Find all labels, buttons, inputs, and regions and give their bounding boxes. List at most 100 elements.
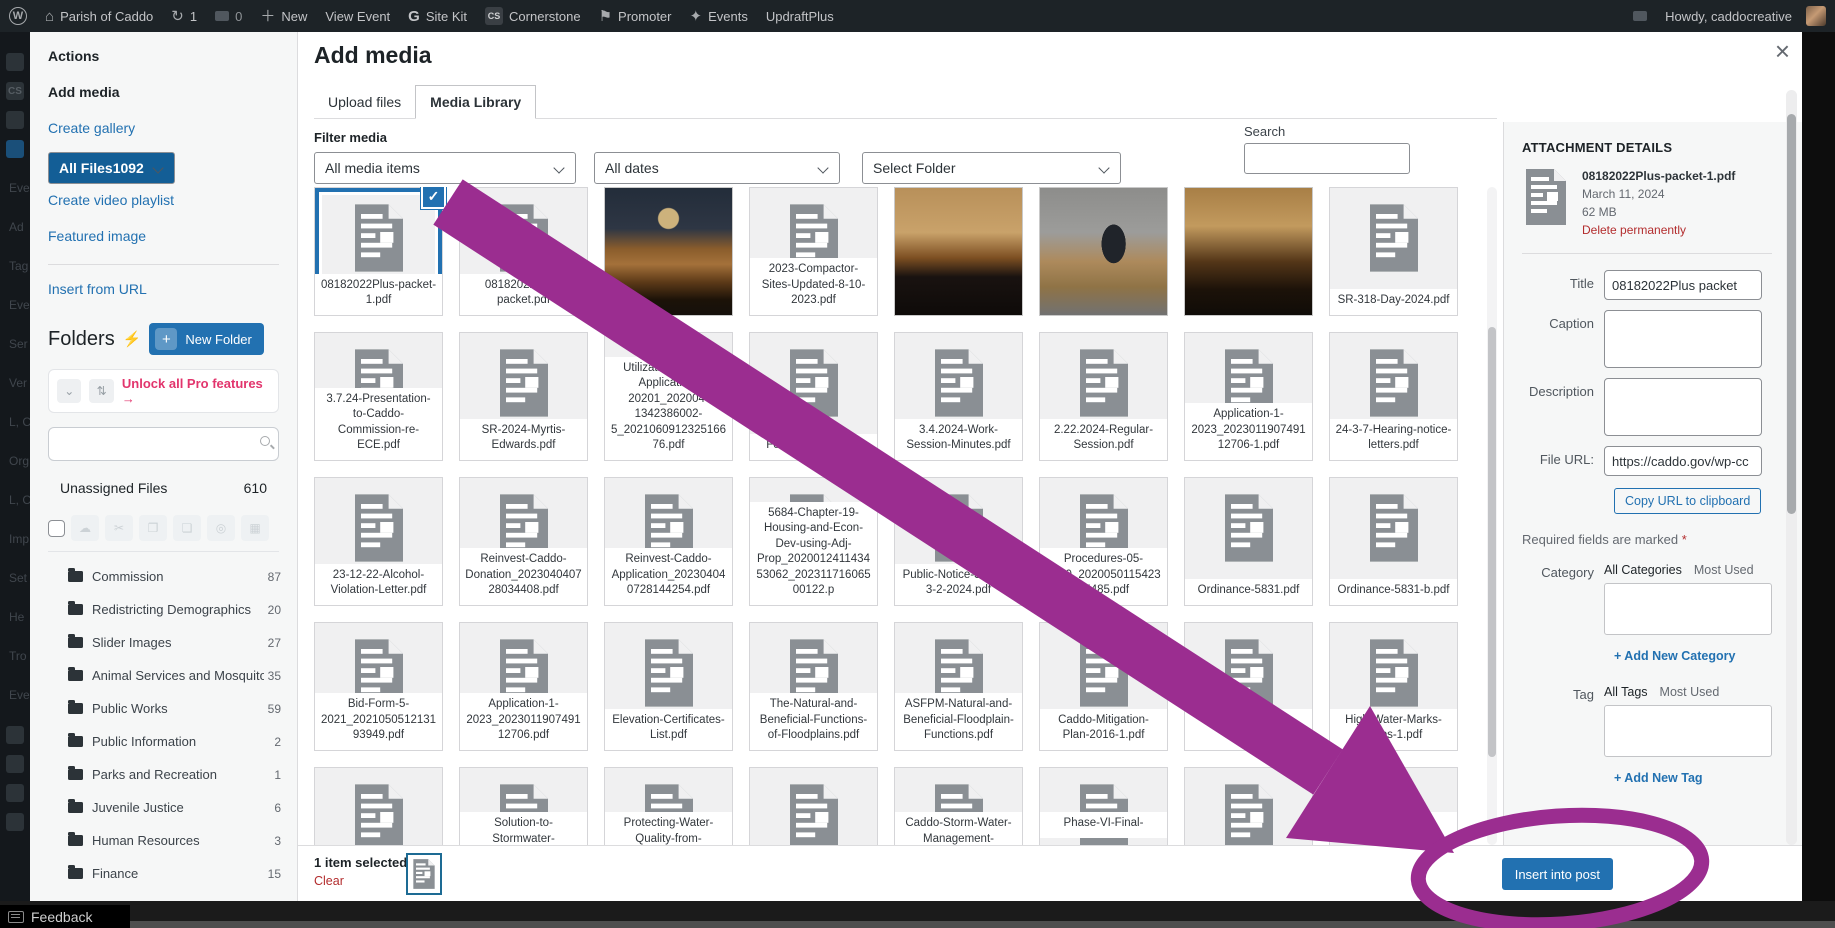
sort-icon[interactable]: ⇅: [89, 379, 113, 403]
media-item-document[interactable]: 23-12-22-Alcohol-Violation-Letter.pdf: [314, 477, 443, 606]
media-item-document[interactable]: Fee-Schedule-.pdf: [749, 332, 878, 461]
media-item-document[interactable]: [1184, 767, 1313, 845]
folder-item[interactable]: Public Information2: [48, 725, 287, 758]
new-content-link[interactable]: ＋ New: [251, 0, 316, 32]
folder-item[interactable]: Redistricting Demographics20: [48, 593, 287, 626]
media-item-document[interactable]: 5684-Chapter-19-Housing-and-Econ-Dev-usi…: [749, 477, 878, 606]
media-item-photo[interactable]: [1184, 187, 1313, 316]
media-item-document[interactable]: Phase-VI-Final-: [1039, 767, 1168, 845]
folder-unassigned-files[interactable]: Unassigned Files 610: [48, 471, 279, 505]
admin-menu-item[interactable]: Set: [0, 559, 30, 598]
folder-item[interactable]: Slider Images27: [48, 626, 287, 659]
search-input[interactable]: [1244, 143, 1410, 174]
admin-menu-item[interactable]: Imp: [0, 520, 30, 559]
tab-most-used-tags[interactable]: Most Used: [1660, 685, 1720, 699]
admin-menu-icon[interactable]: [6, 53, 24, 71]
admin-menu-icon[interactable]: CS: [6, 82, 24, 100]
media-item-document[interactable]: Utilization-Permit-Application-20201_202…: [604, 332, 733, 461]
chevron-down-icon[interactable]: ⌄: [57, 379, 81, 403]
media-item-photo[interactable]: [1039, 187, 1168, 316]
admin-menu-icon[interactable]: [6, 726, 24, 744]
media-item-document[interactable]: [314, 767, 443, 845]
unlock-pro-link[interactable]: Unlock all Pro features →: [122, 376, 270, 406]
admin-menu-item[interactable]: Tag: [0, 247, 30, 286]
caption-field[interactable]: [1604, 310, 1762, 368]
media-item-document[interactable]: Ordinance-5831.pdf: [1184, 477, 1313, 606]
admin-menu-item[interactable]: Eve: [0, 169, 30, 208]
site-name-link[interactable]: ⌂ Parish of Caddo: [36, 0, 162, 32]
media-item-document[interactable]: SR-2024-Myrtis-Edwards.pdf: [459, 332, 588, 461]
tab-media-library[interactable]: Media Library: [415, 85, 536, 119]
media-item-document[interactable]: SR-318-Day-2024.pdf: [1329, 187, 1458, 316]
media-item-photo[interactable]: [604, 187, 733, 316]
folder-search-input[interactable]: [48, 427, 279, 461]
tab-most-used-categories[interactable]: Most Used: [1694, 563, 1754, 577]
media-item-document[interactable]: Caddo-Storm-Water-Management-: [894, 767, 1023, 845]
lock-icon[interactable]: ◎: [207, 515, 235, 541]
admin-menu-item[interactable]: Ser: [0, 325, 30, 364]
comments-link[interactable]: 0: [206, 0, 251, 32]
media-item-document[interactable]: Bid-Form-5-2021_202105051213193949.pdf: [314, 622, 443, 751]
modal-scrollbar[interactable]: [1786, 90, 1797, 845]
delete-permanently-link[interactable]: Delete permanently: [1582, 221, 1735, 239]
copy-icon[interactable]: ❐: [139, 515, 167, 541]
category-list-box[interactable]: [1604, 583, 1772, 635]
media-item-document[interactable]: Reinvest-Caddo-Donation_2023040407280344…: [459, 477, 588, 606]
cornerstone-link[interactable]: CS Cornerstone: [476, 0, 590, 32]
grid-scrollbar[interactable]: [1487, 187, 1497, 845]
media-item-document[interactable]: 08182022Plus-packet-1.pdf✓: [314, 187, 443, 316]
folder-item[interactable]: Commission87: [48, 560, 287, 593]
admin-menu-item[interactable]: L, C: [0, 481, 30, 520]
paste-icon[interactable]: ❏: [173, 515, 201, 541]
media-item-document[interactable]: Protecting-Water-Quality-from-: [604, 767, 733, 845]
notification-link[interactable]: [1624, 0, 1656, 32]
account-menu[interactable]: Howdy, caddocreative: [1656, 0, 1835, 32]
media-item-document[interactable]: 2023-Compactor-Sites-Updated-8-10-2023.p…: [749, 187, 878, 316]
select-all-checkbox[interactable]: [48, 520, 65, 537]
media-item-document[interactable]: Application-1-2023_202301190749112706.pd…: [459, 622, 588, 751]
tab-upload-files[interactable]: Upload files: [314, 86, 415, 118]
admin-menu-item[interactable]: L, C: [0, 403, 30, 442]
selected-check-icon[interactable]: ✓: [421, 187, 446, 209]
cut-icon[interactable]: ✂: [105, 515, 133, 541]
admin-menu-item[interactable]: Eve: [0, 676, 30, 715]
sidebar-item-add-media[interactable]: Add media: [48, 84, 297, 100]
date-filter-select[interactable]: All dates: [594, 152, 840, 184]
folder-item[interactable]: Human Resources3: [48, 824, 287, 857]
media-item-document[interactable]: Procedures-05-2020_202005011542315485.pd…: [1039, 477, 1168, 606]
admin-menu-item[interactable]: Eve: [0, 286, 30, 325]
insert-into-post-button[interactable]: Insert into post: [1502, 858, 1613, 890]
file-url-field[interactable]: [1604, 446, 1762, 476]
trash-icon[interactable]: ▦: [241, 515, 269, 541]
media-item-document[interactable]: The-Natural-and-Beneficial-Functions-of-…: [749, 622, 878, 751]
updraftplus-link[interactable]: UpdraftPlus: [757, 0, 843, 32]
folder-item[interactable]: Animal Services and Mosquito35: [48, 659, 287, 692]
media-item-document[interactable]: Caddo-Mitigation-Plan-2016-1.pdf: [1039, 622, 1168, 751]
media-item-document[interactable]: 08182022Plus-packet.pdf: [459, 187, 588, 316]
close-icon[interactable]: ×: [1775, 38, 1790, 64]
updates-link[interactable]: ↻ 1: [162, 0, 206, 32]
sidebar-item-create-video-playlist[interactable]: Create video playlist: [48, 192, 297, 208]
folder-item[interactable]: Juvenile Justice6: [48, 791, 287, 824]
admin-menu-item[interactable]: Org: [0, 442, 30, 481]
folder-filter-select[interactable]: Select Folder: [862, 152, 1121, 184]
description-field[interactable]: [1604, 378, 1762, 436]
media-item-document[interactable]: 2.22.2024-Regular-Session.pdf: [1039, 332, 1168, 461]
admin-menu-item[interactable]: He: [0, 598, 30, 637]
media-item-document[interactable]: Report_Phase: [1329, 767, 1458, 845]
folder-item[interactable]: Finance15: [48, 857, 287, 890]
selected-item-thumbnail[interactable]: [406, 853, 442, 895]
media-item-document[interactable]: Application-1-2023_202301190749112706-1.…: [1184, 332, 1313, 461]
add-new-tag-link[interactable]: + Add New Tag: [1614, 771, 1772, 785]
admin-menu-icon[interactable]: [6, 111, 24, 129]
media-item-document[interactable]: ASFPM-Natural-and-Beneficial-Floodplain-…: [894, 622, 1023, 751]
tag-list-box[interactable]: [1604, 705, 1772, 757]
admin-menu-icon[interactable]: [6, 813, 24, 831]
media-item-document[interactable]: 3.4.2024-Work-Session-Minutes.pdf: [894, 332, 1023, 461]
wordpress-menu[interactable]: W: [0, 0, 36, 32]
folder-item[interactable]: Parks and Recreation1: [48, 758, 287, 791]
site-kit-link[interactable]: G Site Kit: [399, 0, 476, 32]
copy-url-button[interactable]: Copy URL to clipboard: [1614, 488, 1761, 514]
promoter-link[interactable]: ⚑ Promoter: [590, 0, 681, 32]
media-item-document[interactable]: New-Interactive-Maps.pdf: [1184, 622, 1313, 751]
